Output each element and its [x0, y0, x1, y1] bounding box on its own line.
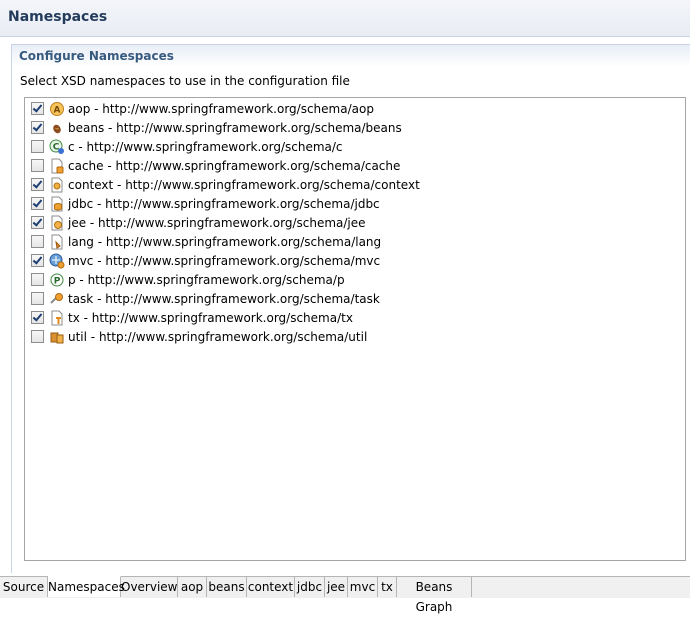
bean-icon [53, 124, 61, 133]
tab-label: context [247, 580, 294, 594]
p-namespace-icon: P [50, 273, 64, 286]
namespace-label: beans - http://www.springframework.org/s… [68, 120, 402, 135]
task-icon [50, 292, 63, 304]
namespace-label: cache - http://www.springframework.org/s… [68, 158, 401, 173]
tab-label: tx [381, 580, 393, 594]
tab-tx[interactable]: tx [378, 577, 397, 597]
mvc-icon [49, 253, 65, 268]
namespace-checkbox-aop[interactable] [31, 102, 44, 115]
namespace-row-tx[interactable]: tx - http://www.springframework.org/sche… [25, 308, 665, 327]
namespace-label: tx - http://www.springframework.org/sche… [68, 310, 353, 325]
namespace-checkbox-mvc[interactable] [31, 254, 44, 267]
editor-header: Namespaces [0, 0, 690, 37]
namespace-label: task - http://www.springframework.org/sc… [68, 291, 380, 306]
namespace-checkbox-jdbc[interactable] [31, 197, 44, 210]
svg-text:A: A [54, 105, 61, 115]
lang-icon [51, 234, 63, 249]
tab-mvc[interactable]: mvc [348, 577, 378, 597]
namespace-label: context - http://www.springframework.org… [68, 177, 420, 192]
tab-label: Beans Graph [415, 580, 453, 614]
aop-icon: A [50, 101, 64, 116]
namespace-label: mvc - http://www.springframework.org/sch… [68, 253, 381, 268]
section-header: Configure Namespaces [12, 45, 690, 67]
util-icon [50, 332, 64, 343]
tab-label: jee [326, 580, 346, 594]
namespace-checkbox-context[interactable] [31, 178, 44, 191]
tab-label: aop [180, 580, 204, 594]
tab-aop[interactable]: aop [178, 577, 207, 597]
section-description: Select XSD namespaces to use in the conf… [20, 74, 350, 88]
tab-source[interactable]: Source [0, 577, 48, 597]
jee-icon [51, 215, 63, 230]
page-title: Namespaces [8, 9, 108, 25]
tab-beans[interactable]: beans [207, 577, 247, 597]
context-icon [51, 177, 63, 192]
tab-label: Overview [121, 580, 178, 594]
namespace-checkbox-c[interactable] [31, 140, 44, 153]
tab-namespaces[interactable]: Namespaces [48, 576, 125, 597]
namespace-checkbox-util[interactable] [31, 330, 44, 343]
namespace-checkbox-cache[interactable] [31, 159, 44, 172]
tab-context[interactable]: context [247, 577, 295, 597]
tab-label: beans [208, 580, 245, 594]
tab-overview[interactable]: Overview [121, 577, 178, 597]
namespace-checkbox-task[interactable] [31, 292, 44, 305]
namespace-label: jee - http://www.springframework.org/sch… [68, 215, 366, 230]
tab-beans-graph[interactable]: Beans Graph [397, 577, 472, 614]
namespace-row-mvc[interactable]: mvc - http://www.springframework.org/sch… [25, 251, 665, 270]
namespace-label: jdbc - http://www.springframework.org/sc… [68, 196, 380, 211]
namespace-checkbox-lang[interactable] [31, 235, 44, 248]
tab-jdbc[interactable]: jdbc [295, 577, 325, 597]
tx-icon [51, 310, 63, 325]
namespace-row-jdbc[interactable]: jdbc - http://www.springframework.org/sc… [25, 194, 665, 213]
namespace-row-task[interactable]: task - http://www.springframework.org/sc… [25, 289, 665, 308]
tab-label: Namespaces [48, 580, 125, 594]
namespace-row-util[interactable]: util - http://www.springframework.org/sc… [25, 327, 665, 346]
namespace-checkbox-p[interactable] [31, 273, 44, 286]
configure-namespaces-section: Configure Namespaces Select XSD namespac… [11, 44, 690, 573]
namespace-row-lang[interactable]: lang - http://www.springframework.org/sc… [25, 232, 665, 251]
namespace-checkbox-beans[interactable] [31, 121, 44, 134]
namespace-row-context[interactable]: context - http://www.springframework.org… [25, 175, 665, 194]
namespace-label: util - http://www.springframework.org/sc… [68, 329, 368, 344]
tab-label: jdbc [296, 580, 323, 594]
namespace-label: aop - http://www.springframework.org/sch… [68, 101, 374, 116]
namespace-row-c[interactable]: C c - http://www.springframework.org/sch… [25, 137, 665, 156]
namespace-row-cache[interactable]: cache - http://www.springframework.org/s… [25, 156, 665, 175]
cache-icon [51, 158, 64, 173]
namespace-row-p[interactable]: P p - http://www.springframework.org/sch… [25, 270, 665, 289]
svg-text:P: P [54, 276, 61, 286]
namespace-label: lang - http://www.springframework.org/sc… [68, 234, 382, 249]
tab-label: Source [2, 580, 45, 594]
namespace-row-beans[interactable]: beans - http://www.springframework.org/s… [25, 118, 665, 137]
namespace-row-aop[interactable]: A aop - http://www.springframework.org/s… [25, 99, 665, 118]
section-title: Configure Namespaces [19, 49, 174, 63]
editor-tab-bar: Source Namespaces Overview aop beans con… [0, 576, 690, 614]
namespace-checkbox-tx[interactable] [31, 311, 44, 324]
tab-label: mvc [349, 580, 376, 594]
tab-jee[interactable]: jee [325, 577, 348, 597]
namespace-label: c - http://www.springframework.org/schem… [68, 139, 343, 154]
namespace-row-jee[interactable]: jee - http://www.springframework.org/sch… [25, 213, 665, 232]
namespace-checkbox-jee[interactable] [31, 216, 44, 229]
c-namespace-icon: C [49, 139, 64, 154]
jdbc-icon [51, 196, 63, 211]
namespace-label: p - http://www.springframework.org/schem… [68, 272, 345, 287]
namespace-list[interactable]: A aop - http://www.springframework.org/s… [24, 97, 686, 561]
